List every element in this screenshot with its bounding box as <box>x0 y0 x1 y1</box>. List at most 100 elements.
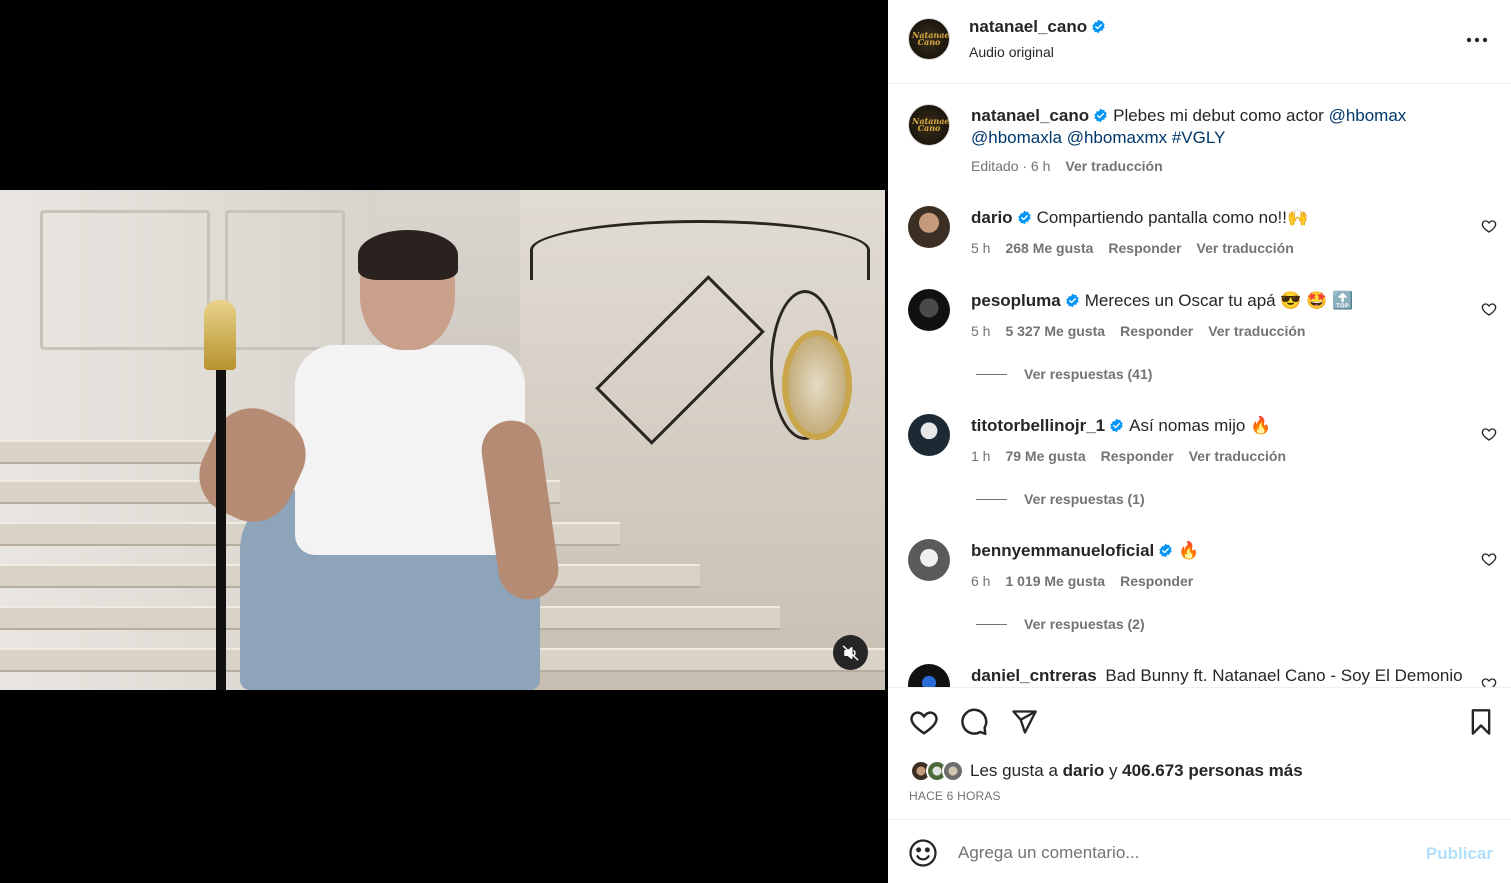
commenter-avatar[interactable] <box>908 414 950 456</box>
verified-badge-icon <box>1017 210 1031 225</box>
smiley-icon <box>909 839 937 867</box>
comments-list[interactable]: Natanael Cano natanael_cano Plebes mi deb… <box>888 84 1511 687</box>
mention-link[interactable]: @hbomax <box>1329 106 1407 125</box>
paper-plane-icon <box>1012 710 1037 734</box>
commenter-username[interactable]: pesopluma <box>971 291 1061 310</box>
more-options-button[interactable] <box>1465 28 1489 52</box>
commenter-avatar[interactable] <box>908 664 950 687</box>
likes-summary: Les gusta a dario y 406.673 personas más <box>910 760 1303 782</box>
more-horizontal-icon <box>1466 37 1488 43</box>
translate-link[interactable]: Ver traducción <box>1208 323 1305 339</box>
like-comment-heart-icon[interactable] <box>1481 301 1497 317</box>
translate-link[interactable]: Ver traducción <box>1197 240 1294 256</box>
comment-time: 1 h <box>971 448 991 464</box>
comment-input[interactable] <box>958 840 1398 866</box>
verified-badge-icon <box>1110 418 1123 433</box>
author-avatar[interactable]: Natanael Cano <box>908 18 950 60</box>
like-comment-heart-icon[interactable] <box>1481 551 1497 567</box>
likes-text: Les gusta a dario y 406.673 personas más <box>970 761 1303 781</box>
verified-badge-icon <box>1094 108 1107 123</box>
likes-count-link[interactable]: 406.673 personas más <box>1122 761 1303 780</box>
hashtag-link[interactable]: #VGLY <box>1172 128 1226 147</box>
translate-link[interactable]: Ver traducción <box>1189 448 1286 464</box>
comment-time: 5 h <box>971 323 991 339</box>
like-comment-heart-icon[interactable] <box>1481 676 1497 687</box>
like-comment-heart-icon[interactable] <box>1481 426 1497 442</box>
comment-text: 🔥 <box>1178 541 1200 560</box>
post-caption: Natanael Cano natanael_cano Plebes mi deb… <box>888 102 1511 182</box>
video-mirror <box>782 330 852 440</box>
railing-diamond <box>595 275 765 445</box>
comment-item: pesopluma Mereces un Oscar tu apá 😎 🤩 🔝 5… <box>888 287 1511 387</box>
bookmark-icon <box>1471 709 1491 735</box>
caption-body: natanael_cano Plebes mi debut como actor … <box>971 105 1451 149</box>
publish-button[interactable]: Publicar <box>1426 844 1493 864</box>
commenter-username[interactable]: dario <box>971 208 1013 227</box>
replies-divider <box>976 498 1007 500</box>
comment-item: bennyemmanueloficial 🔥 6 h 1 019 Me gusta R… <box>888 537 1511 637</box>
author-avatar-logo: Natanael Cano <box>912 29 950 47</box>
commenter-avatar[interactable] <box>908 206 950 248</box>
view-replies-button[interactable]: Ver respuestas (2) <box>976 616 1145 632</box>
video-person-hair <box>358 230 458 280</box>
caption-meta: Editado · 6 h Ver traducción <box>971 158 1178 174</box>
save-button[interactable] <box>1465 706 1497 738</box>
caption-time: Editado · 6 h <box>971 158 1051 174</box>
audio-label[interactable]: Audio original <box>969 44 1054 60</box>
author-username[interactable]: natanael_cano <box>969 17 1087 36</box>
author-avatar-logo: Natanael Cano <box>912 115 950 133</box>
view-replies-button[interactable]: Ver respuestas (1) <box>976 491 1145 507</box>
share-button[interactable] <box>1008 706 1040 738</box>
comment-text: Compartiendo pantalla como no!!🙌 <box>1036 208 1309 227</box>
reply-button[interactable]: Responder <box>1120 573 1193 589</box>
likes-user-link[interactable]: dario <box>1063 761 1105 780</box>
speech-bubble-icon <box>961 708 988 736</box>
replies-divider <box>976 373 1007 375</box>
commenter-username[interactable]: daniel_cntreras <box>971 666 1097 685</box>
wall-panel <box>225 210 345 350</box>
reply-button[interactable]: Responder <box>1108 240 1181 256</box>
video-cane-top <box>204 300 236 370</box>
comment-time: 5 h <box>971 240 991 256</box>
caption-username[interactable]: natanael_cano <box>971 106 1089 125</box>
view-replies-button[interactable]: Ver respuestas (41) <box>976 366 1152 382</box>
comment-item: dario Compartiendo pantalla como no!!🙌 5 … <box>888 204 1511 264</box>
verified-badge-icon <box>1092 19 1105 34</box>
comment-text: Mereces un Oscar tu apá 😎 🤩 🔝 <box>1084 291 1354 310</box>
comment-likes[interactable]: 1 019 Me gusta <box>1005 573 1105 589</box>
post-time-ago[interactable]: HACE 6 HORAS <box>909 789 1001 803</box>
comment-likes[interactable]: 268 Me gusta <box>1005 240 1093 256</box>
comment-button[interactable] <box>958 706 990 738</box>
emoji-button[interactable] <box>908 838 938 868</box>
replies-divider <box>976 623 1007 625</box>
comment-text: Así nomas mijo 🔥 <box>1129 416 1272 435</box>
likes-prefix: Les gusta a <box>970 761 1058 780</box>
mute-toggle-button[interactable] <box>833 635 868 670</box>
wall-panel <box>40 210 210 350</box>
comment-item: daniel_cntreras Bad Bunny ft. Natanael C… <box>888 662 1511 687</box>
post-side-panel: Natanael Cano natanael_cano Audio origin… <box>888 0 1511 883</box>
mention-link[interactable]: @hbomaxmx <box>1067 128 1167 147</box>
comment-likes[interactable]: 5 327 Me gusta <box>1005 323 1105 339</box>
post-actions: Les gusta a dario y 406.673 personas más… <box>888 687 1511 819</box>
author-avatar[interactable]: Natanael Cano <box>908 104 950 146</box>
likes-joiner: y <box>1108 761 1118 780</box>
translate-link[interactable]: Ver traducción <box>1065 158 1162 174</box>
mention-link[interactable]: @hbomaxla <box>971 128 1062 147</box>
reply-button[interactable]: Responder <box>1120 323 1193 339</box>
comment-likes[interactable]: 79 Me gusta <box>1005 448 1085 464</box>
like-button[interactable] <box>908 706 940 738</box>
commenter-username[interactable]: titotorbellinojr_1 <box>971 416 1105 435</box>
comment-item: titotorbellinojr_1 Así nomas mijo 🔥 1 h 79… <box>888 412 1511 512</box>
commenter-avatar[interactable] <box>908 289 950 331</box>
view-replies-label: Ver respuestas (41) <box>1024 366 1153 382</box>
verified-badge-icon <box>1159 543 1172 558</box>
reply-button[interactable]: Responder <box>1101 448 1174 464</box>
view-replies-label: Ver respuestas (2) <box>1024 616 1145 632</box>
like-comment-heart-icon[interactable] <box>1481 218 1497 234</box>
comment-time: 6 h <box>971 573 991 589</box>
commenter-avatar[interactable] <box>908 539 950 581</box>
post-video[interactable] <box>0 190 885 690</box>
commenter-username[interactable]: bennyemmanueloficial <box>971 541 1154 560</box>
post-header: Natanael Cano natanael_cano Audio origin… <box>888 0 1511 84</box>
